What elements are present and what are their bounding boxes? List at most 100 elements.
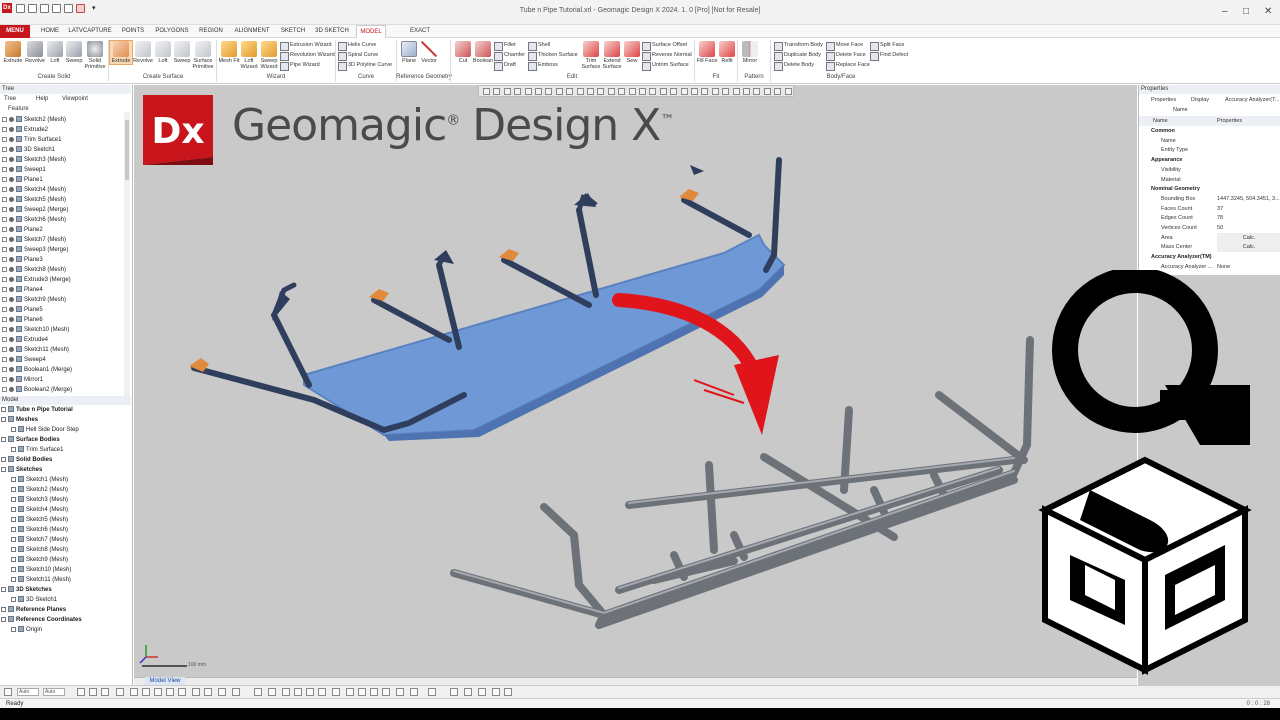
plane-button[interactable]: Plane (398, 41, 420, 64)
visibility-checkbox[interactable] (11, 626, 16, 632)
visibility-icon[interactable] (9, 246, 14, 252)
visibility-checkbox[interactable] (1, 616, 6, 622)
feature-tree-scrollbar[interactable] (124, 112, 130, 396)
model-tree-item[interactable]: Sketch10 (Mesh) (10, 565, 71, 575)
view-icon[interactable] (306, 688, 314, 696)
expand-icon[interactable] (2, 236, 7, 242)
mesh-fit-button[interactable]: Mesh Fit (218, 41, 240, 64)
visibility-checkbox[interactable] (11, 546, 16, 552)
helix-curve-button[interactable]: Helix Curve (338, 41, 376, 51)
boolean-button[interactable]: Boolean (472, 41, 494, 64)
visibility-checkbox[interactable] (11, 556, 16, 562)
expand-icon[interactable] (2, 126, 7, 132)
expand-icon[interactable] (2, 346, 7, 352)
expand-icon[interactable] (2, 136, 7, 142)
measure-icon[interactable] (492, 688, 500, 696)
extrusion-wizard-button[interactable]: Extrusion Wizard (280, 41, 332, 51)
property-row[interactable]: Vertices Count 50 (1139, 223, 1280, 233)
property-category[interactable]: Accuracy Analyzer(TM) (1139, 252, 1280, 262)
visibility-icon[interactable] (9, 386, 14, 392)
property-row[interactable]: Bounding Box 1447.3245, 504.3451, 3... (1139, 194, 1280, 204)
split-face-button[interactable]: Split Face (870, 41, 904, 51)
measure-icon[interactable] (450, 688, 458, 696)
feature-tree-item[interactable]: Sketch11 (Mesh) (0, 345, 69, 355)
expand-icon[interactable] (2, 196, 7, 202)
visibility-icon[interactable] (9, 366, 14, 372)
visibility-icon[interactable] (9, 216, 14, 222)
tab-exact-surfacing[interactable]: EXACT SURFACING (392, 25, 448, 47)
property-row[interactable]: Mass Center Calc. (1139, 242, 1280, 253)
measure-icon[interactable] (478, 688, 486, 696)
move-face-button[interactable]: Move Face (826, 41, 863, 51)
visibility-checkbox[interactable] (1, 436, 6, 442)
visibility-icon[interactable] (9, 176, 14, 182)
feature-tree-item[interactable]: Sketch9 (Mesh) (0, 295, 66, 305)
view-icon[interactable] (282, 688, 290, 696)
view-icon[interactable] (268, 688, 276, 696)
model-tree-item[interactable]: Hell Side Door Step (10, 425, 79, 435)
view-icon[interactable] (428, 688, 436, 696)
feature-tree-item[interactable]: Boolean2 (Merge) (0, 385, 72, 395)
model-tree-item[interactable]: Reference Planes (0, 605, 66, 615)
filter-icon[interactable] (101, 688, 109, 696)
sew-button[interactable]: Sew (621, 41, 643, 64)
visibility-checkbox[interactable] (11, 526, 16, 532)
property-row[interactable]: Name (1139, 136, 1280, 146)
trim-surface-button[interactable]: Trim Surface (580, 41, 602, 70)
tab-display[interactable]: Display (1191, 97, 1209, 103)
expand-icon[interactable] (2, 306, 7, 312)
expand-icon[interactable] (2, 146, 7, 152)
filter-icon[interactable] (192, 688, 200, 696)
filter-icon[interactable] (116, 688, 124, 696)
visibility-icon[interactable] (9, 146, 14, 152)
cut-button[interactable]: Cut (452, 41, 474, 64)
filter-icon[interactable] (178, 688, 186, 696)
feature-tree-item[interactable]: Plane5 (0, 305, 43, 315)
property-row[interactable]: Area Calc. (1139, 232, 1280, 243)
selection-mode-select[interactable]: Auto (43, 688, 65, 696)
extend-surface-button[interactable]: Extend Surface (601, 41, 623, 70)
draft-button[interactable]: Draft (494, 61, 516, 71)
visibility-icon[interactable] (9, 286, 14, 292)
view-icon[interactable] (396, 688, 404, 696)
replace-face-button[interactable]: Replace Face (826, 61, 870, 71)
model-tree-item[interactable]: Trim Surface1 (10, 445, 63, 455)
feature-tree-item[interactable]: Sketch7 (Mesh) (0, 235, 66, 245)
expand-icon[interactable] (2, 276, 7, 282)
feature-tree-item[interactable]: Plane6 (0, 315, 43, 325)
expand-icon[interactable] (2, 356, 7, 362)
model-tree-item[interactable]: Sketch4 (Mesh) (10, 505, 68, 515)
expand-icon[interactable] (2, 216, 7, 222)
feature-tree-item[interactable]: Plane3 (0, 255, 43, 265)
feature-tree-item[interactable]: Sketch6 (Mesh) (0, 215, 66, 225)
visibility-checkbox[interactable] (11, 506, 16, 512)
feature-tree-item[interactable]: Sweep3 (Merge) (0, 245, 68, 255)
model-tree-item[interactable]: Surface Bodies (0, 435, 60, 445)
visibility-checkbox[interactable] (11, 446, 16, 452)
vector-button[interactable]: Vector (418, 41, 440, 64)
tab-alignment[interactable]: ALIGNMENT (232, 25, 272, 38)
model-tree-item[interactable]: Sketch11 (Mesh) (10, 575, 71, 585)
view-icon[interactable] (294, 688, 302, 696)
model-tree-item[interactable]: Sketch6 (Mesh) (10, 525, 68, 535)
expand-icon[interactable] (2, 316, 7, 322)
expand-icon[interactable] (2, 296, 7, 302)
expand-icon[interactable] (2, 246, 7, 252)
filter-icon[interactable] (204, 688, 212, 696)
extrude-solid-button[interactable]: Extrude (2, 41, 24, 64)
revolution-wizard-button[interactable]: Revolution Wizard (280, 51, 335, 61)
delete-body-button[interactable]: Delete Body (774, 61, 814, 71)
expand-icon[interactable] (2, 176, 7, 182)
feature-tree-item[interactable]: Sketch8 (Mesh) (0, 265, 66, 275)
feature-tree-item[interactable]: Plane4 (0, 285, 43, 295)
model-tree-item[interactable]: Origin (10, 625, 42, 635)
feature-tree-item[interactable]: Sketch5 (Mesh) (0, 195, 66, 205)
feature-tree-item[interactable]: Extrude4 (0, 335, 48, 345)
chamfer-button[interactable]: Chamfer (494, 51, 525, 61)
property-row[interactable]: Visibility (1139, 165, 1280, 175)
feature-tree-item[interactable]: 3D Sketch1 (0, 145, 55, 155)
visibility-icon[interactable] (9, 116, 14, 122)
visibility-checkbox[interactable] (11, 576, 16, 582)
visibility-checkbox[interactable] (11, 516, 16, 522)
transform-body-button[interactable]: Transform Body (774, 41, 823, 51)
